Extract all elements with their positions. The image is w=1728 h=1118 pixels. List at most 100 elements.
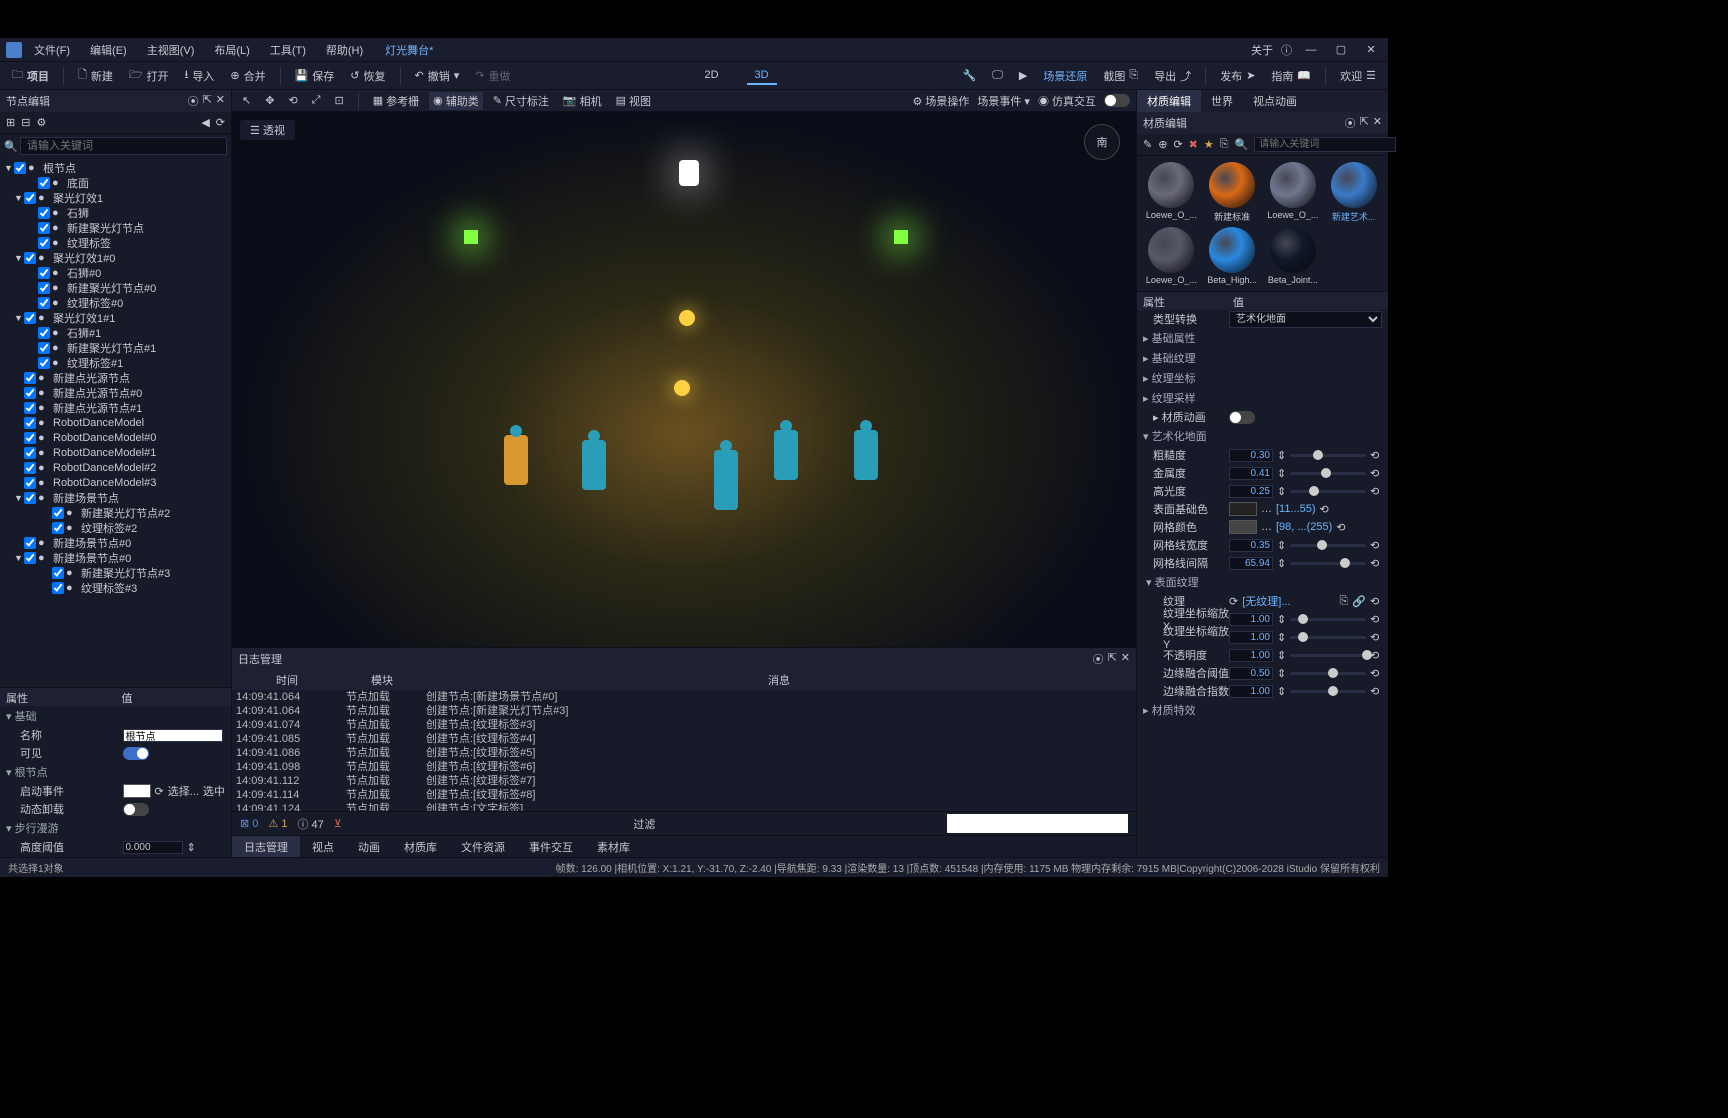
tree-node[interactable]: ▼●聚光灯效1#1 <box>0 310 231 325</box>
reset-icon[interactable]: ⟲ <box>1370 595 1382 608</box>
surface-color[interactable] <box>1229 502 1257 516</box>
opacity-input[interactable] <box>1229 649 1273 662</box>
edge-exp-slider[interactable] <box>1290 690 1366 693</box>
material-swatch[interactable]: Loewe_O_... <box>1143 162 1200 223</box>
tree-node[interactable]: ●RobotDanceModel#0 <box>0 430 231 445</box>
tree-node[interactable]: ●新建点光源节点#0 <box>0 385 231 400</box>
save-button[interactable]: 💾保存 <box>289 66 341 86</box>
tree-node[interactable]: ▼●新建场景节点#0 <box>0 550 231 565</box>
scene-tree[interactable]: ▼●根节点●底面▼●聚光灯效1●石狮●新建聚光灯节点●纹理标签▼●聚光灯效1#0… <box>0 158 231 687</box>
log-row[interactable]: 14:09:41.086节点加载创建节点:[纹理标签#5] <box>236 746 1132 760</box>
visibility-checkbox[interactable] <box>52 507 64 519</box>
choose-button[interactable]: 选择... <box>168 783 199 799</box>
log-row[interactable]: 14:09:41.064节点加载创建节点:[新建聚光灯节点#3] <box>236 704 1132 718</box>
menu-help[interactable]: 帮助(H) <box>318 40 371 60</box>
log-row[interactable]: 14:09:41.098节点加载创建节点:[纹理标签#6] <box>236 760 1132 774</box>
merge-button[interactable]: ⊕合并 <box>224 66 271 86</box>
visibility-checkbox[interactable] <box>14 162 26 174</box>
visibility-checkbox[interactable] <box>24 387 36 399</box>
mode-2d[interactable]: 2D <box>696 67 726 85</box>
import-button[interactable]: ⭳导入 <box>179 64 221 87</box>
log-body[interactable]: 14:09:41.064节点加载创建节点:[新建场景节点#0]14:09:41.… <box>232 690 1136 811</box>
tree-node[interactable]: ●RobotDanceModel#1 <box>0 445 231 460</box>
refresh-icon[interactable]: ⟳ <box>155 785 164 798</box>
3d-viewport[interactable]: ☰ 透视 南 <box>232 112 1136 647</box>
right-tab[interactable]: 世界 <box>1201 90 1243 112</box>
material-search-input[interactable] <box>1254 137 1396 152</box>
prev-icon[interactable]: ◀ <box>201 116 209 129</box>
prop-group-root[interactable]: ▾ 根节点 <box>0 762 231 782</box>
publish-button[interactable]: 发布➤ <box>1214 66 1261 86</box>
selected-label[interactable]: 选中 <box>203 783 225 799</box>
visibility-checkbox[interactable] <box>24 432 36 444</box>
rp-group[interactable]: ▾ 表面纹理 <box>1137 572 1388 592</box>
visible-toggle[interactable] <box>123 747 149 760</box>
material-swatch[interactable]: Loewe_O_... <box>1265 162 1322 223</box>
menu-main-view[interactable]: 主视图(V) <box>139 40 203 60</box>
tree-node[interactable]: ●纹理标签#3 <box>0 580 231 595</box>
clear-log-icon[interactable]: ⊻ <box>334 817 342 830</box>
close-icon[interactable]: ✕ <box>1373 115 1382 131</box>
visibility-checkbox[interactable] <box>24 552 36 564</box>
tree-node[interactable]: ●新建点光源节点 <box>0 370 231 385</box>
bottom-tab[interactable]: 日志管理 <box>232 836 300 857</box>
visibility-checkbox[interactable] <box>24 402 36 414</box>
view-button[interactable]: ▤ 视图 <box>612 92 655 110</box>
rotate-tool[interactable]: ⟲ <box>284 93 301 108</box>
menu-edit[interactable]: 编辑(E) <box>82 40 135 60</box>
visibility-checkbox[interactable] <box>24 462 36 474</box>
roughness-slider[interactable] <box>1290 454 1366 457</box>
tree-node[interactable]: ●底面 <box>0 175 231 190</box>
scene-event-button[interactable]: 场景事件 ▾ <box>977 93 1030 109</box>
right-tab[interactable]: 视点动画 <box>1243 90 1307 112</box>
tree-node[interactable]: ●新建聚光灯节点#3 <box>0 565 231 580</box>
scale-tool[interactable]: ⤢ <box>308 93 325 108</box>
rp-group[interactable]: ▸ 基础属性 <box>1137 328 1388 348</box>
restore-button[interactable]: ↺恢复 <box>344 66 391 86</box>
new-button[interactable]: 🗋新建 <box>72 64 119 87</box>
tree-node[interactable]: ●新建点光源节点#1 <box>0 400 231 415</box>
grid-width-slider[interactable] <box>1290 544 1366 547</box>
display-icon[interactable]: 🖵 <box>986 67 1009 84</box>
reset-icon[interactable]: ⟲ <box>1370 631 1382 644</box>
visibility-checkbox[interactable] <box>24 372 36 384</box>
prop-group-walk[interactable]: ▾ 步行漫游 <box>0 818 231 838</box>
grid-toggle[interactable]: ▦ 参考栅 <box>369 92 423 110</box>
edge-blend-input[interactable] <box>1229 667 1273 680</box>
dock-icon[interactable]: ⇱ <box>203 93 212 109</box>
filter-icon[interactable]: ⚙ <box>36 116 46 129</box>
copy-icon[interactable]: ⎘ <box>1339 595 1348 608</box>
reset-icon[interactable]: ⟲ <box>1370 539 1382 552</box>
roughness-input[interactable] <box>1229 449 1273 462</box>
bottom-tab[interactable]: 素材库 <box>585 836 642 857</box>
height-input[interactable] <box>123 841 183 854</box>
compass[interactable]: 南 <box>1084 124 1120 160</box>
scene-restore-button[interactable]: 场景还原 <box>1037 66 1093 86</box>
guide-button[interactable]: 指南📖 <box>1265 66 1317 86</box>
rp-group[interactable]: ▾ 艺术化地面 <box>1137 426 1388 446</box>
rp-group[interactable]: ▸ 纹理采样 <box>1137 388 1388 408</box>
visibility-checkbox[interactable] <box>38 297 50 309</box>
menu-tools[interactable]: 工具(T) <box>262 40 314 60</box>
welcome-button[interactable]: 欢迎☰ <box>1334 66 1382 86</box>
minimize-button[interactable]: — <box>1304 43 1318 57</box>
copy-icon[interactable]: ⎘ <box>1220 138 1229 151</box>
scale-x-slider[interactable] <box>1290 618 1366 621</box>
open-button[interactable]: 🗁打开 <box>123 64 175 87</box>
snap-tool[interactable]: ⊡ <box>330 93 347 108</box>
visibility-checkbox[interactable] <box>24 312 36 324</box>
reset-icon[interactable]: ⟲ <box>1370 685 1382 698</box>
scale-y-input[interactable] <box>1229 631 1273 644</box>
rp-group[interactable]: ▸ 基础纹理 <box>1137 348 1388 368</box>
error-count[interactable]: ⊠ 0 <box>240 817 258 830</box>
event-color[interactable] <box>123 784 151 798</box>
visibility-checkbox[interactable] <box>38 267 50 279</box>
export-button[interactable]: 导出⤴ <box>1148 66 1197 86</box>
stepper-icon[interactable]: ⇕ <box>187 841 196 854</box>
right-tab[interactable]: 材质编辑 <box>1137 90 1201 112</box>
visibility-checkbox[interactable] <box>24 477 36 489</box>
visibility-checkbox[interactable] <box>24 192 36 204</box>
undo-button[interactable]: ↶撤销▾ <box>409 66 466 86</box>
edge-exp-input[interactable] <box>1229 685 1273 698</box>
expand-icon[interactable]: ⊞ <box>6 116 15 129</box>
